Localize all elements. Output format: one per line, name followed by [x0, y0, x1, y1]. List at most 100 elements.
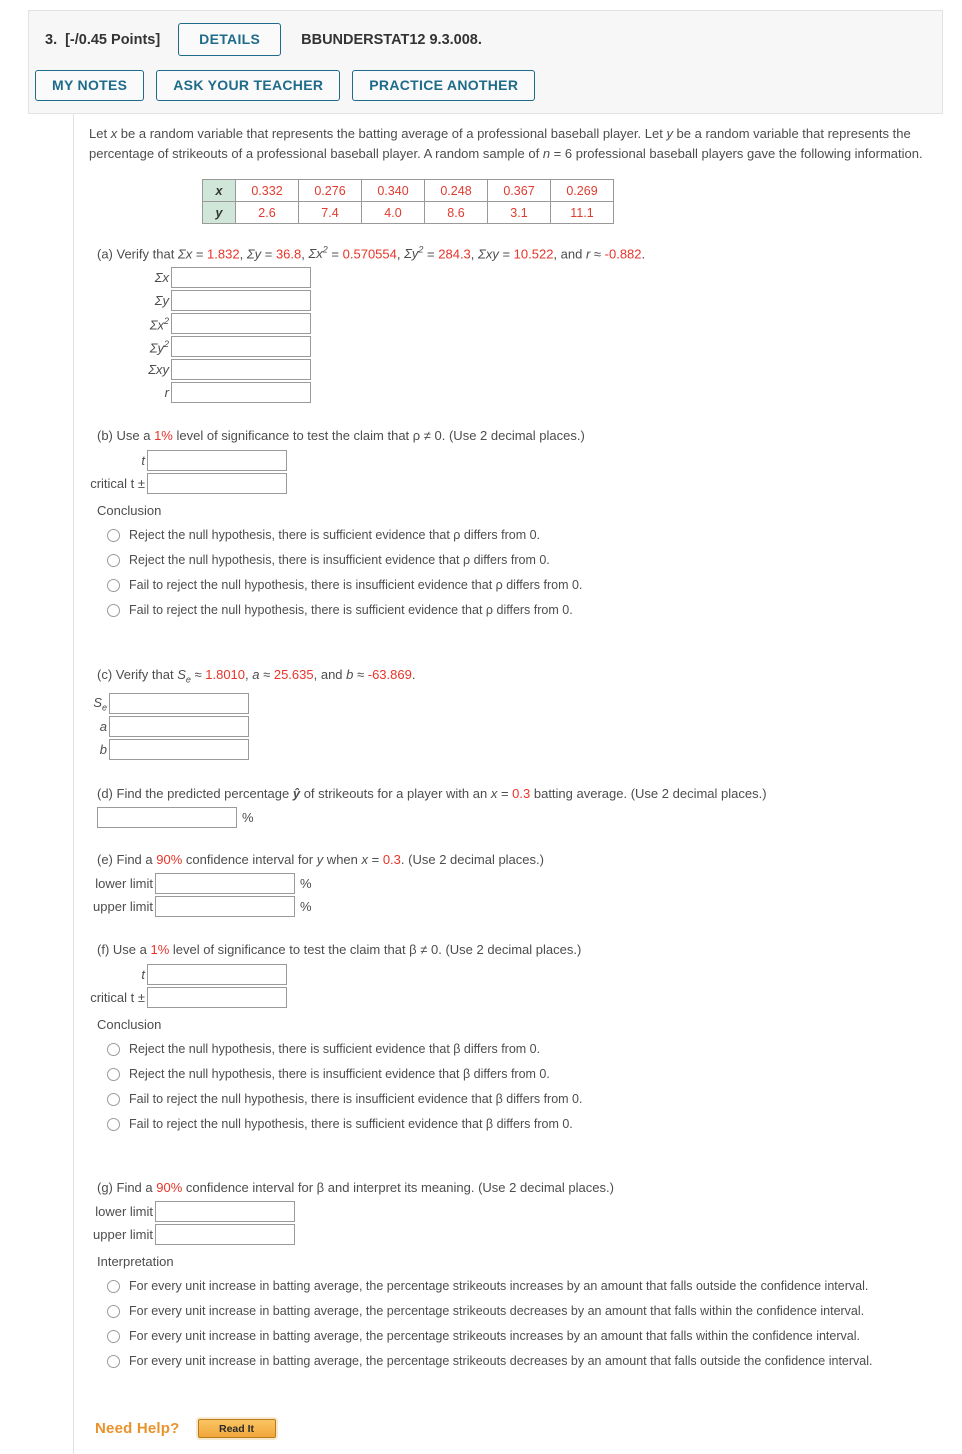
part-f-option-1[interactable]: Reject the null hypothesis, there is suf… [107, 1042, 949, 1057]
label-g-lower-limit: lower limit [95, 1203, 153, 1219]
field-row-sum-x-squared: Σx2 [89, 313, 949, 335]
part-a-prompt: (a) Verify that Σx = 1.832, Σy = 36.8, Σ… [97, 245, 646, 262]
option-label: Reject the null hypothesis, there is ins… [129, 1066, 550, 1081]
part-b-option-1[interactable]: Reject the null hypothesis, there is suf… [107, 528, 949, 543]
part-f-prompt: (f) Use a 1% level of significance to te… [97, 941, 949, 959]
part-g-option-1[interactable]: For every unit increase in batting avera… [107, 1279, 949, 1294]
field-row-b-critical-t: critical t ± [89, 473, 949, 495]
part-b-option-2[interactable]: Reject the null hypothesis, there is ins… [107, 553, 949, 568]
label-sum-x: Σx [154, 270, 169, 286]
part-g-option-3[interactable]: For every unit increase in batting avera… [107, 1329, 949, 1344]
part-f-option-2[interactable]: Reject the null hypothesis, there is ins… [107, 1067, 949, 1082]
part-b-text-1: (b) Use a [97, 428, 155, 444]
part-g-text-1: (g) Find a [97, 1179, 157, 1195]
practice-another-button[interactable]: PRACTICE ANOTHER [352, 70, 536, 102]
b-t-input[interactable] [147, 450, 287, 472]
part-e-text-1: (e) Find a [97, 851, 157, 867]
part-g-option-4[interactable]: For every unit increase in batting avera… [107, 1354, 949, 1369]
details-button[interactable]: DETAILS [178, 23, 282, 57]
table-cell: 2.6 [235, 201, 299, 224]
a-input[interactable] [109, 715, 249, 737]
radio-icon[interactable] [107, 1067, 120, 1081]
question-body: Let x be a random variable that represen… [73, 114, 962, 1454]
option-label: Reject the null hypothesis, there is ins… [129, 553, 550, 568]
sum-y-squared-input[interactable] [171, 336, 311, 358]
part-c-a-value: 25.635 [273, 667, 314, 683]
sum-x-input[interactable] [171, 267, 311, 289]
question-points: [-/0.45 Points] [65, 31, 161, 48]
field-row-se: Se [89, 692, 949, 714]
part-d-text-2: of strikeouts for a player with an [300, 785, 491, 801]
e-upper-limit-input[interactable] [155, 895, 295, 917]
se-input[interactable] [109, 692, 249, 714]
radio-icon[interactable] [107, 579, 120, 593]
part-b-option-3[interactable]: Fail to reject the null hypothesis, ther… [107, 578, 949, 593]
part-a-sum-x-value: 1.832 [207, 246, 240, 262]
part-b-option-4[interactable]: Fail to reject the null hypothesis, ther… [107, 603, 949, 618]
part-b-text-2: level of significance to test the claim … [172, 428, 585, 444]
option-label: Fail to reject the null hypothesis, ther… [129, 578, 583, 593]
r-input[interactable] [171, 382, 311, 404]
predicted-y-input[interactable] [97, 806, 237, 828]
data-table: x 0.332 0.276 0.340 0.248 0.367 0.269 y … [202, 179, 614, 224]
read-it-button[interactable]: Read It [197, 1419, 276, 1438]
part-e-text-4: . (Use 2 decimal places.) [400, 851, 544, 867]
problem-text-1: Let [89, 126, 111, 141]
table-cell: 0.367 [487, 179, 551, 202]
field-row-g-upper: upper limit [89, 1223, 949, 1245]
part-a-sum-y-value: 36.8 [275, 246, 302, 262]
part-g-prompt: (g) Find a 90% confidence interval for β… [97, 1179, 949, 1197]
table-cell: 7.4 [298, 201, 362, 224]
b-input[interactable] [109, 738, 249, 760]
label-f-t: t [141, 966, 145, 982]
header-row-actions: MY NOTES ASK YOUR TEACHER PRACTICE ANOTH… [35, 70, 536, 102]
field-row-sum-xy: Σxy [89, 359, 949, 381]
radio-icon[interactable] [107, 1279, 120, 1293]
need-help-label: Need Help? [95, 1420, 180, 1437]
radio-icon[interactable] [107, 1092, 120, 1106]
radio-icon[interactable] [107, 1304, 120, 1318]
label-a: a [99, 718, 107, 734]
radio-icon[interactable] [107, 1042, 120, 1056]
g-upper-limit-input[interactable] [155, 1223, 295, 1245]
part-c-prompt: (c) Verify that Se ≈ 1.8010, a ≈ 25.635,… [97, 667, 416, 685]
radio-icon[interactable] [107, 1329, 120, 1343]
sum-xy-input[interactable] [171, 359, 311, 381]
sum-x-squared-input[interactable] [171, 313, 311, 335]
option-label: Fail to reject the null hypothesis, ther… [129, 1116, 573, 1131]
b-critical-t-input[interactable] [147, 473, 287, 495]
part-f-option-3[interactable]: Fail to reject the null hypothesis, ther… [107, 1092, 949, 1107]
field-row-e-lower: lower limit % [89, 872, 949, 894]
f-critical-t-input[interactable] [147, 986, 287, 1008]
radio-icon[interactable] [107, 554, 120, 568]
radio-icon[interactable] [107, 529, 120, 543]
table-cell: 0.340 [361, 179, 425, 202]
field-row-r: r [89, 382, 949, 404]
option-label: For every unit increase in batting avera… [129, 1353, 873, 1368]
label-f-critical-t: critical t ± [90, 989, 145, 1005]
option-label: For every unit increase in batting avera… [129, 1303, 865, 1318]
radio-icon[interactable] [107, 1354, 120, 1368]
part-c-prefix: (c) Verify that [97, 667, 178, 683]
sum-y-input[interactable] [171, 290, 311, 312]
table-cell: 3.1 [487, 201, 551, 224]
table-header-x: x [202, 179, 236, 202]
ask-your-teacher-button[interactable]: ASK YOUR TEACHER [156, 70, 341, 102]
e-lower-limit-input[interactable] [155, 872, 295, 894]
need-help-section: Need Help? Read It [95, 1419, 276, 1438]
radio-icon[interactable] [107, 1117, 120, 1131]
f-t-input[interactable] [147, 963, 287, 985]
part-a-sum-xy-value: 10.522 [513, 246, 554, 262]
part-g-option-2[interactable]: For every unit increase in batting avera… [107, 1304, 949, 1319]
part-f-option-4[interactable]: Fail to reject the null hypothesis, ther… [107, 1117, 949, 1132]
problem-code: BBUNDERSTAT12 9.3.008. [301, 31, 482, 48]
field-row-sum-y-squared: Σy2 [89, 336, 949, 358]
my-notes-button[interactable]: MY NOTES [35, 70, 145, 102]
label-e-upper-limit: upper limit [93, 898, 153, 914]
radio-icon[interactable] [107, 604, 120, 618]
label-sum-xy: Σxy [148, 362, 169, 378]
g-lower-limit-input[interactable] [155, 1200, 295, 1222]
option-label: For every unit increase in batting avera… [129, 1328, 860, 1343]
option-label: Reject the null hypothesis, there is suf… [129, 1041, 541, 1056]
part-f-text-2: level of significance to test the claim … [169, 941, 582, 957]
